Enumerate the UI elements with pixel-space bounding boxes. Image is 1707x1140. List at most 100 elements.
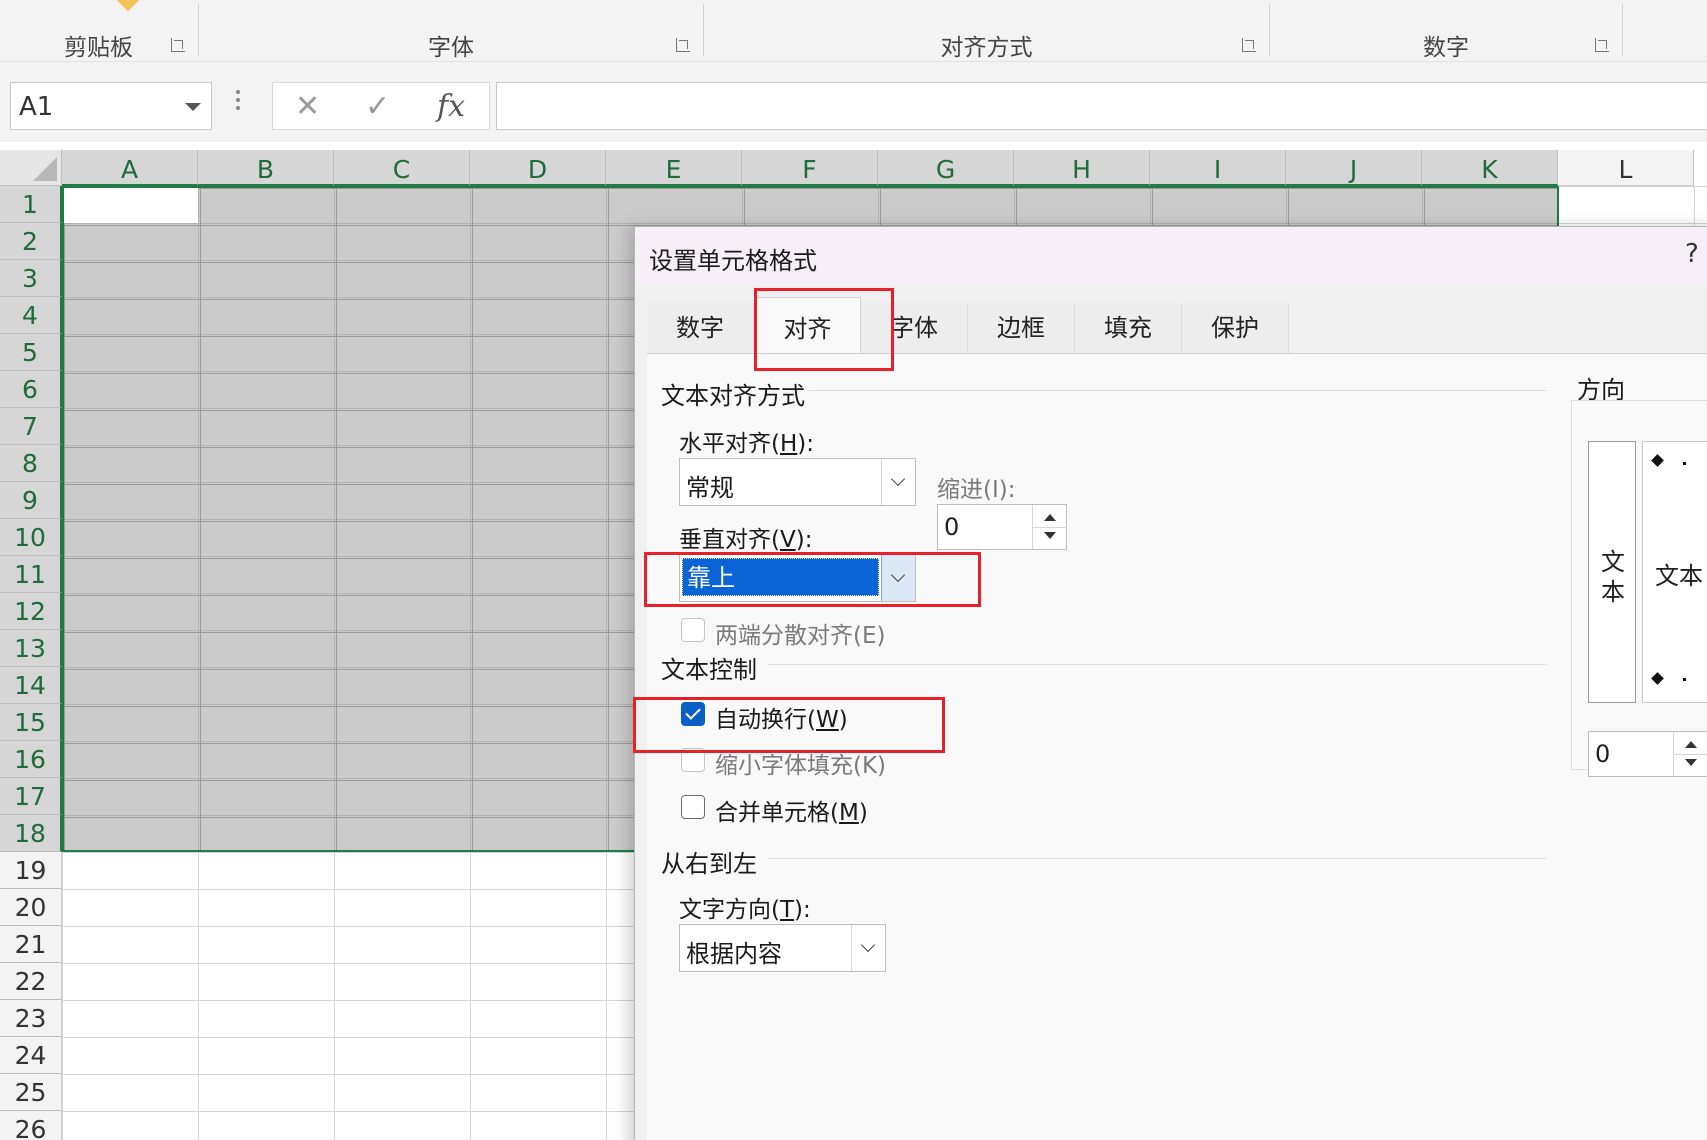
column-header[interactable]: D	[470, 150, 606, 186]
row-header[interactable]: 25	[0, 1074, 62, 1111]
select-all-button[interactable]	[0, 150, 62, 186]
row-header[interactable]: 3	[0, 260, 62, 297]
column-header[interactable]: B	[198, 150, 334, 186]
indent-value: 0	[944, 513, 960, 541]
column-header[interactable]: J	[1286, 150, 1422, 186]
row-header[interactable]: 4	[0, 297, 62, 334]
row-header[interactable]: 6	[0, 371, 62, 408]
ribbon-group-clipboard: 剪贴板	[0, 0, 197, 62]
column-header[interactable]: L	[1558, 150, 1694, 186]
dialog-launcher-icon[interactable]	[1595, 38, 1609, 52]
column-header[interactable]: G	[878, 150, 1014, 186]
column-header[interactable]: I	[1150, 150, 1286, 186]
row-header[interactable]: 21	[0, 926, 62, 963]
dial-marker-icon	[1651, 672, 1664, 685]
tab-number[interactable]: 数字	[647, 303, 754, 355]
column-header[interactable]: E	[606, 150, 742, 186]
stepper-buttons[interactable]	[1032, 505, 1067, 549]
tab-fill[interactable]: 填充	[1075, 303, 1182, 355]
text-alignment-heading: 文本对齐方式	[661, 376, 809, 411]
row-header[interactable]: 19	[0, 852, 62, 889]
row-header[interactable]: 16	[0, 741, 62, 778]
text-direction-select[interactable]: 根据内容	[679, 924, 886, 972]
shrink-to-fit-checkbox[interactable]	[681, 748, 705, 772]
row-header[interactable]: 5	[0, 334, 62, 371]
orientation-dial[interactable]: 文本	[1642, 441, 1707, 703]
chevron-down-icon[interactable]	[881, 555, 915, 601]
active-cell[interactable]	[64, 188, 198, 223]
text-direction-value: 根据内容	[686, 940, 782, 968]
chevron-down-icon[interactable]	[881, 459, 915, 505]
rtl-heading: 从右到左	[661, 844, 761, 879]
stepper-buttons[interactable]	[1673, 732, 1707, 776]
row-header[interactable]: 9	[0, 482, 62, 519]
chevron-down-icon[interactable]	[185, 103, 201, 111]
row-header[interactable]: 22	[0, 963, 62, 1000]
dialog-launcher-icon[interactable]	[1242, 38, 1256, 52]
dialog-launcher-icon[interactable]	[676, 38, 690, 52]
alignment-panel: 文本对齐方式 水平对齐(H): 常规 缩进(I): 0 垂直对齐(V): 靠上 …	[647, 353, 1707, 1140]
chevron-down-icon[interactable]	[851, 925, 885, 971]
dial-text: 文本	[1655, 562, 1703, 590]
merge-cells-label: 合并单元格(M)	[715, 800, 868, 826]
row-header[interactable]: 15	[0, 704, 62, 741]
column-header[interactable]: C	[334, 150, 470, 186]
row-header[interactable]: 12	[0, 593, 62, 630]
section-divider	[767, 664, 1547, 665]
name-box[interactable]: A1	[10, 82, 212, 130]
excel-window: 剪贴板 字体 对齐方式 数字 A1 ✕ ✓ fx A B C D E F G H…	[0, 0, 1707, 1140]
row-header[interactable]: 1	[0, 186, 62, 223]
justify-distributed-label: 两端分散对齐(E)	[715, 623, 886, 649]
column-header[interactable]: A	[62, 150, 198, 186]
tab-font[interactable]: 字体	[861, 303, 968, 355]
dial-marker-icon	[1651, 454, 1664, 467]
degrees-stepper[interactable]: 0	[1588, 731, 1707, 777]
stepper-down-icon	[1044, 532, 1056, 539]
tab-protection[interactable]: 保护	[1182, 303, 1289, 355]
row-header[interactable]: 20	[0, 889, 62, 926]
wrap-text-checkbox[interactable]	[681, 702, 705, 726]
tab-alignment[interactable]: 对齐	[754, 297, 861, 355]
row-header[interactable]: 17	[0, 778, 62, 815]
vertical-text-button[interactable]: 文 本	[1588, 441, 1636, 703]
column-header[interactable]: F	[742, 150, 878, 186]
ribbon-group-font: 字体	[200, 0, 702, 62]
ribbon: 剪贴板 字体 对齐方式 数字	[0, 0, 1707, 62]
orientation-box: 文 本 文本 0	[1571, 400, 1707, 777]
cancel-icon[interactable]: ✕	[295, 89, 320, 124]
merge-cells-checkbox[interactable]	[681, 795, 705, 819]
horizontal-align-select[interactable]: 常规	[679, 458, 916, 506]
row-header[interactable]: 13	[0, 630, 62, 667]
insert-function-icon[interactable]: fx	[437, 89, 465, 124]
ribbon-separator	[703, 4, 704, 56]
column-header[interactable]: K	[1422, 150, 1558, 186]
group-label: 数字	[1423, 35, 1469, 61]
row-header[interactable]: 11	[0, 556, 62, 593]
more-options-icon[interactable]	[236, 86, 242, 122]
vertical-align-select[interactable]: 靠上	[679, 554, 916, 602]
text-direction-label: 文字方向(T):	[679, 897, 811, 923]
justify-distributed-checkbox[interactable]	[681, 618, 705, 642]
stepper-up-icon	[1685, 741, 1697, 748]
formula-input[interactable]	[496, 82, 1707, 130]
help-button[interactable]: ?	[1685, 239, 1699, 269]
row-header[interactable]: 18	[0, 815, 62, 852]
column-header[interactable]: H	[1014, 150, 1150, 186]
dialog-launcher-icon[interactable]	[171, 38, 185, 52]
row-header[interactable]: 8	[0, 445, 62, 482]
indent-stepper[interactable]: 0	[937, 504, 1067, 550]
row-header[interactable]: 10	[0, 519, 62, 556]
text-control-heading: 文本控制	[661, 650, 761, 685]
tab-border[interactable]: 边框	[968, 303, 1075, 355]
row-header[interactable]: 23	[0, 1000, 62, 1037]
row-header[interactable]: 24	[0, 1037, 62, 1074]
ribbon-separator	[1269, 4, 1270, 56]
row-header[interactable]: 14	[0, 667, 62, 704]
stepper-down-icon	[1685, 759, 1697, 766]
row-header[interactable]: 26	[0, 1111, 62, 1140]
row-header[interactable]: 7	[0, 408, 62, 445]
ribbon-group-alignment: 对齐方式	[705, 0, 1268, 62]
dialog-titlebar[interactable]: 设置单元格格式 ?	[635, 227, 1707, 285]
enter-icon[interactable]: ✓	[365, 89, 390, 124]
row-header[interactable]: 2	[0, 223, 62, 260]
